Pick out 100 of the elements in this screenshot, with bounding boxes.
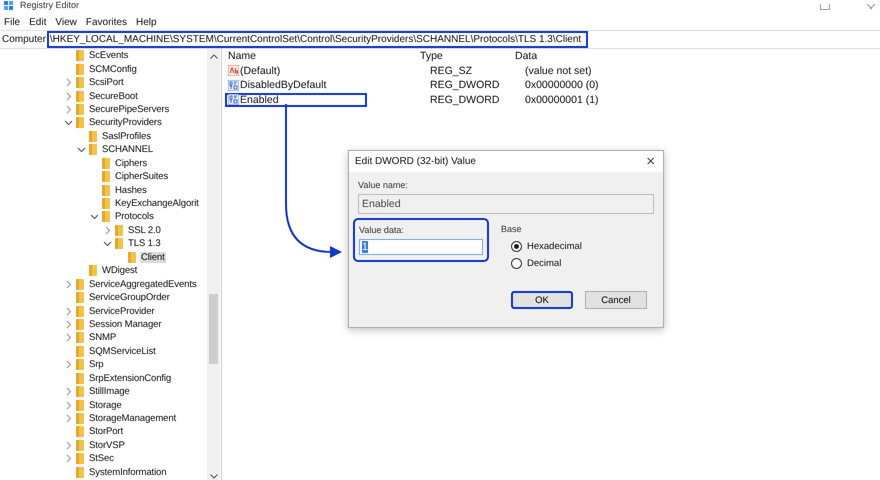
value-data-field[interactable]: 1 <box>359 239 483 255</box>
tree-item[interactable]: SaslProfiles <box>101 130 152 142</box>
folder-icon <box>89 265 97 276</box>
expand-icon[interactable] <box>64 320 73 329</box>
radio-option[interactable]: Hexadecimal <box>511 241 582 252</box>
tree-item[interactable]: ServiceProvider <box>88 306 156 317</box>
folder-icon <box>102 171 110 182</box>
menu-item[interactable]: Edit <box>29 16 46 28</box>
folder-icon <box>76 64 84 75</box>
tree-item[interactable]: Hashes <box>114 184 148 196</box>
scroll-up-icon[interactable] <box>210 54 218 59</box>
tree-item[interactable]: SQMServiceList <box>88 346 157 357</box>
expand-icon[interactable] <box>64 92 73 101</box>
collapse-icon[interactable] <box>64 118 73 128</box>
field-label: Value name: <box>358 180 409 190</box>
tree-item[interactable]: SCMConfig <box>88 64 138 75</box>
expand-icon[interactable] <box>64 104 73 114</box>
tree-item[interactable]: ServiceAggregatedEvents <box>88 278 198 290</box>
menu-item[interactable]: File <box>4 16 20 28</box>
scroll-thumb[interactable] <box>209 294 218 364</box>
address-path[interactable]: \HKEY_LOCAL_MACHINE\SYSTEM\CurrentControlSet\Control\SecurityProviders\SCHANNEL\Protocols\TLS 1.3\Client <box>46 31 588 48</box>
value-name[interactable]: DisabledByDefault <box>228 79 326 92</box>
dialog-button[interactable]: Cancel <box>585 291 647 309</box>
expand-icon[interactable] <box>64 280 73 289</box>
column-header[interactable]: Data <box>515 50 635 62</box>
tree-item[interactable]: StorPort <box>88 426 124 438</box>
folder-icon <box>89 144 97 156</box>
folder-icon <box>76 426 84 438</box>
tree-item[interactable]: SecurePipeServers <box>88 104 170 115</box>
folder-icon <box>76 50 84 62</box>
expand-icon[interactable] <box>64 454 73 464</box>
expand-icon[interactable] <box>64 360 73 370</box>
expand-icon[interactable] <box>64 78 73 88</box>
tree-item[interactable]: Srp <box>88 359 104 370</box>
folder-icon <box>76 90 84 102</box>
value-data: (value not set) <box>525 64 593 77</box>
value-name[interactable]: (Default) <box>228 64 280 77</box>
binary-value-icon <box>228 94 239 106</box>
scrollbar[interactable] <box>207 49 220 480</box>
address-root: Computer <box>2 34 47 45</box>
menu-item[interactable]: Help <box>136 16 157 28</box>
collapse-icon[interactable] <box>90 212 99 222</box>
folder-icon <box>102 211 110 222</box>
tree-item[interactable]: ServiceGroupOrder <box>88 292 171 304</box>
highlighted-button[interactable]: OK <box>511 291 573 309</box>
folder-icon <box>76 332 84 344</box>
tree-item[interactable]: SecureBoot <box>88 90 139 102</box>
folder-icon <box>76 117 84 128</box>
tree-item[interactable]: ScEvents <box>88 50 130 62</box>
folder-icon <box>76 292 84 304</box>
expand-icon[interactable] <box>64 400 73 410</box>
group-label: Base <box>501 224 523 234</box>
tree-item[interactable]: Ciphers <box>114 158 148 169</box>
tree-item[interactable]: StillImage <box>88 386 131 398</box>
collapse-icon[interactable] <box>77 145 86 154</box>
tree-item[interactable]: CipherSuites <box>114 171 170 182</box>
tree-item[interactable]: SecurityProviders <box>88 117 163 128</box>
column-header[interactable]: Name <box>228 50 420 62</box>
value-data: 0x00000001 (1) <box>525 94 600 106</box>
menu-item[interactable]: Favorites <box>86 16 127 28</box>
value-type: REG_DWORD <box>430 94 500 106</box>
close-icon[interactable] <box>866 4 876 10</box>
tree-item[interactable]: SNMP <box>88 332 118 344</box>
collapse-icon[interactable] <box>103 239 112 248</box>
scroll-down-icon[interactable] <box>210 474 218 479</box>
tree-item[interactable]: WDigest <box>101 265 138 276</box>
highlighted-value-name[interactable]: Enabled <box>225 92 367 107</box>
expand-icon[interactable] <box>103 226 112 235</box>
folder-icon <box>76 386 84 398</box>
expand-icon[interactable] <box>64 306 73 316</box>
tree-item[interactable]: Protocols <box>114 211 155 222</box>
tree-item[interactable]: SSL 2.0 <box>127 224 162 236</box>
tree-item[interactable]: KeyExchangeAlgorit <box>114 198 200 210</box>
expand-icon[interactable] <box>64 387 73 396</box>
tree-item[interactable]: SCHANNEL <box>101 144 154 156</box>
folder-icon <box>102 198 110 210</box>
tree-item[interactable]: TLS 1.3 <box>127 238 162 250</box>
maximize-icon[interactable] <box>820 4 830 10</box>
menu-item[interactable]: View <box>55 16 77 28</box>
tree-item[interactable]: SystemInformation <box>88 466 168 478</box>
folder-icon <box>115 238 123 250</box>
folder-icon <box>89 130 97 142</box>
tree-item[interactable]: Session Manager <box>88 318 162 330</box>
tree-item[interactable]: StorageManagement <box>88 413 178 424</box>
expand-icon[interactable] <box>64 440 73 450</box>
column-header[interactable]: Type <box>420 50 515 62</box>
tree-item[interactable]: StSec <box>88 453 115 464</box>
tree-item[interactable]: ScsiPort <box>88 77 125 88</box>
expand-icon[interactable] <box>64 414 73 424</box>
radio-option[interactable]: Decimal <box>511 258 582 269</box>
tree-item[interactable]: Storage <box>88 400 123 411</box>
close-button[interactable]: × <box>638 153 663 170</box>
tree-item[interactable]: Client <box>140 252 166 263</box>
folder-icon <box>76 440 84 451</box>
folder-icon <box>128 252 136 263</box>
tree-item[interactable]: StorVSP <box>88 440 126 451</box>
expand-icon[interactable] <box>64 333 73 342</box>
folder-icon <box>76 104 84 115</box>
field-label: Value data: <box>359 225 405 235</box>
tree-item[interactable]: SrpExtensionConfig <box>88 372 172 384</box>
